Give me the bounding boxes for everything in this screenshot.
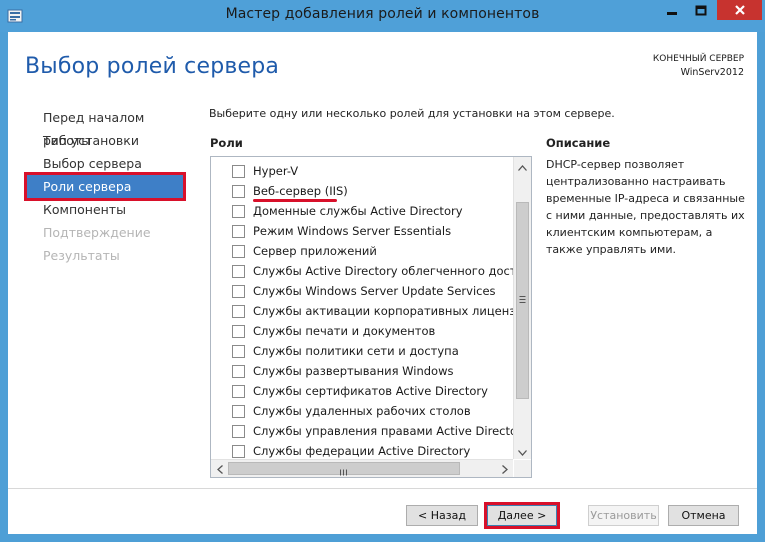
destination-server-name: WinServ2012	[680, 67, 744, 78]
scroll-left-button[interactable]	[211, 460, 228, 477]
role-checkbox[interactable]	[232, 164, 245, 178]
window-title: Мастер добавления ролей и компонентов	[225, 6, 540, 22]
maximize-icon	[695, 1, 707, 20]
close-icon	[734, 1, 746, 20]
destination-server-label: КОНЕЧНЫЙ СЕРВЕР	[652, 54, 744, 64]
role-item-ad-ds[interactable]: Доменные службы Active Directory	[211, 201, 513, 221]
role-checkbox[interactable]	[232, 324, 245, 338]
nav-item-before-you-begin[interactable]: Перед началом работы	[24, 106, 194, 148]
nav-item-confirmation: Подтверждение	[43, 225, 151, 240]
role-item-rds[interactable]: Службы удаленных рабочих столов	[211, 401, 513, 421]
role-item-ad-cs[interactable]: Службы сертификатов Active Directory	[211, 381, 513, 401]
horizontal-scroll-thumb[interactable]	[228, 462, 460, 476]
role-checkbox[interactable]	[232, 344, 245, 358]
role-item-ad-fs[interactable]: Службы федерации Active Directory	[211, 441, 513, 459]
role-item-web-server-iis[interactable]: Веб-сервер (IIS)	[211, 181, 513, 201]
role-item-application-server[interactable]: Сервер приложений	[211, 241, 513, 261]
nav-item-server-selection[interactable]: Выбор сервера	[24, 152, 194, 175]
role-label: Сервер приложений	[253, 244, 377, 258]
close-button[interactable]	[717, 0, 762, 20]
role-checkbox[interactable]	[232, 224, 245, 238]
role-checkbox[interactable]	[232, 404, 245, 418]
title-bar[interactable]: Мастер добавления ролей и компонентов	[0, 0, 765, 32]
roles-list-viewport: Hyper-V Веб-сервер (IIS) Доменные службы…	[211, 157, 513, 459]
nav-item-installation-type[interactable]: Тип установки	[24, 129, 194, 152]
role-item-hyper-v[interactable]: Hyper-V	[211, 161, 513, 181]
role-checkbox[interactable]	[232, 204, 245, 218]
minimize-button[interactable]	[659, 0, 685, 20]
wizard-window: Мастер добавления ролей и компонентов Вы…	[0, 0, 765, 542]
role-item-wds[interactable]: Службы развертывания Windows	[211, 361, 513, 381]
role-checkbox[interactable]	[232, 364, 245, 378]
role-item-essentials[interactable]: Режим Windows Server Essentials	[211, 221, 513, 241]
scroll-up-button[interactable]	[514, 157, 531, 174]
roles-heading: Роли	[210, 136, 243, 150]
role-item-wsus[interactable]: Службы Windows Server Update Services	[211, 281, 513, 301]
role-checkbox[interactable]	[232, 384, 245, 398]
role-label: Службы печати и документов	[253, 324, 436, 338]
role-item-ad-lds[interactable]: Службы Active Directory облегченного дос…	[211, 261, 513, 281]
scroll-right-button[interactable]	[496, 460, 513, 477]
role-label: Службы развертывания Windows	[253, 364, 454, 378]
roles-list[interactable]: Hyper-V Веб-сервер (IIS) Доменные службы…	[210, 156, 532, 478]
role-label: Службы Active Directory облегченного дос…	[253, 264, 513, 278]
instruction-text: Выберите одну или несколько ролей для ус…	[209, 107, 615, 120]
role-label: Веб-сервер (IIS)	[253, 184, 348, 198]
role-label: Службы управления правами Active Directo…	[253, 424, 513, 438]
maximize-button[interactable]	[687, 0, 715, 20]
wizard-body: Выбор ролей сервера КОНЕЧНЫЙ СЕРВЕР WinS…	[8, 32, 757, 534]
nav-item-features[interactable]: Компоненты	[24, 198, 194, 221]
role-item-print-document[interactable]: Службы печати и документов	[211, 321, 513, 341]
nav-item-results: Результаты	[43, 248, 120, 263]
role-checkbox[interactable]	[232, 184, 245, 198]
role-checkbox[interactable]	[232, 264, 245, 278]
cancel-button[interactable]: Отмена	[668, 505, 739, 526]
role-item-ad-rms[interactable]: Службы управления правами Active Directo…	[211, 421, 513, 441]
next-button[interactable]: Далее >	[487, 505, 557, 526]
nav-item-server-roles[interactable]: Роли сервера	[27, 175, 183, 198]
chevron-up-icon	[518, 157, 527, 175]
role-label: Доменные службы Active Directory	[253, 204, 463, 218]
role-checkbox[interactable]	[232, 304, 245, 318]
chevron-right-icon	[501, 459, 508, 477]
page-title: Выбор ролей сервера	[25, 54, 280, 79]
role-label: Службы политики сети и доступа	[253, 344, 459, 358]
description-heading: Описание	[546, 136, 611, 150]
minimize-icon	[666, 1, 678, 20]
role-label: Hyper-V	[253, 164, 299, 178]
role-label: Службы сертификатов Active Directory	[253, 384, 488, 398]
vertical-scroll-thumb[interactable]	[516, 202, 529, 399]
install-button: Установить	[588, 505, 659, 526]
role-item-volume-activation[interactable]: Службы активации корпоративных лицензий	[211, 301, 513, 321]
role-checkbox[interactable]	[232, 244, 245, 258]
role-checkbox[interactable]	[232, 444, 245, 458]
back-button[interactable]: < Назад	[406, 505, 478, 526]
scrollbar-corner	[514, 460, 531, 477]
role-label: Службы Windows Server Update Services	[253, 284, 496, 298]
role-checkbox[interactable]	[232, 284, 245, 298]
footer-divider	[8, 488, 757, 489]
role-label: Службы удаленных рабочих столов	[253, 404, 471, 418]
role-label: Службы активации корпоративных лицензий	[253, 304, 513, 318]
role-item-npas[interactable]: Службы политики сети и доступа	[211, 341, 513, 361]
roles-vertical-scrollbar[interactable]	[513, 157, 531, 459]
roles-horizontal-scrollbar[interactable]	[211, 459, 513, 477]
role-label: Службы федерации Active Directory	[253, 444, 471, 458]
chevron-left-icon	[216, 459, 223, 477]
scroll-down-button[interactable]	[514, 442, 531, 459]
role-label: Режим Windows Server Essentials	[253, 224, 452, 238]
role-description: DHCP-сервер позволяет централизованно на…	[546, 158, 745, 256]
chevron-down-icon	[518, 441, 527, 460]
wizard-steps-nav: Перед началом работы Тип установки Выбор…	[24, 106, 194, 267]
role-checkbox[interactable]	[232, 424, 245, 438]
